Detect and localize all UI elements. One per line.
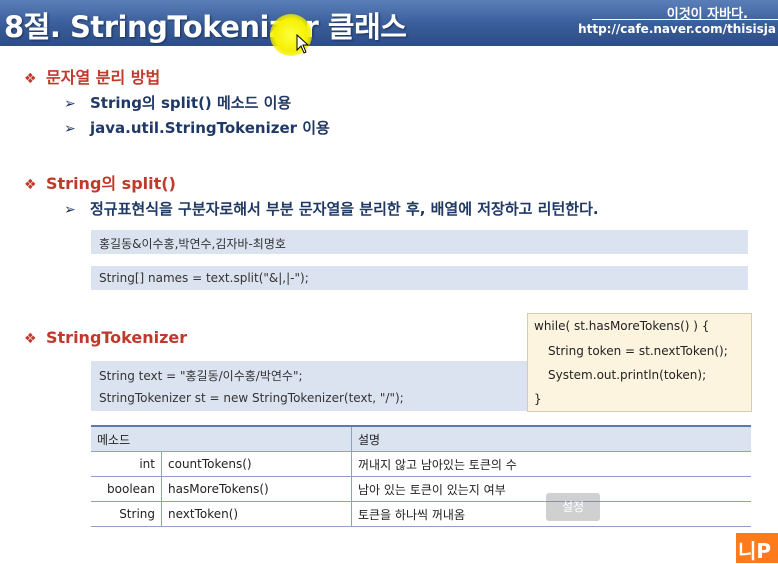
bullet-label: StringTokenizer [46,328,188,347]
split-code: String[] names = text.split("&|,|-"); [99,271,309,285]
return-type: boolean [91,476,162,502]
arrow-bullet-icon: ➢ [64,96,76,112]
bullet-stringtokenizer: ❖ StringTokenizer [24,328,187,347]
header-method: 메소드 [91,425,352,452]
popup-code-line: String token = st.nextToken(); [548,344,728,358]
method-table: 메소드 설명 int countTokens() 꺼내지 않고 남아있는 토큰의… [91,425,751,527]
popup-code-line: } [534,392,542,406]
method-name: hasMoreTokens() [161,476,352,502]
sub-item-label: 정규표현식을 구분자로해서 부분 문자열을 분리한 후, 배열에 저장하고 리턴… [90,200,599,218]
sub-item-label: String의 split() 메소드 이용 [90,94,292,112]
header-divider [592,19,778,20]
sub-item-label: java.util.StringTokenizer 이용 [90,119,330,137]
sub-item-split-desc: ➢ 정규표현식을 구분자로해서 부분 문자열을 분리한 후, 배열에 저장하고 리… [64,198,599,219]
method-name: nextToken() [161,501,352,527]
code-line: StringTokenizer st = new StringTokenizer… [99,391,404,405]
bullet-label: String의 split() [46,174,176,193]
popup-code-line: System.out.println(token); [548,368,707,382]
popup-code-line: while( st.hasMoreTokens() ) { [534,319,710,333]
example-text: 홍길동&이수홍,박연수,김자바-최명호 [99,237,286,251]
return-type: String [91,501,162,527]
table-row: int countTokens() 꺼내지 않고 남아있는 토큰의 수 [91,451,751,477]
logo-text: 니P [738,539,772,563]
player-logo-icon: 니P [736,533,778,563]
tokenizer-code-box: String text = "홍길동/이수홍/박연수"; StringToken… [91,361,528,411]
diamond-bullet-icon: ❖ [24,71,37,87]
bullet-split-methods: ❖ 문자열 분리 방법 [24,64,160,88]
table-row: boolean hasMoreTokens() 남아 있는 토큰이 있는지 여부 [91,476,751,502]
diamond-bullet-icon: ❖ [24,177,37,193]
arrow-bullet-icon: ➢ [64,121,76,137]
arrow-bullet-icon: ➢ [64,202,76,218]
example-text-box: 홍길동&이수홍,박연수,김자바-최명호 [91,230,748,254]
mouse-cursor-icon [296,34,310,54]
bullet-string-split: ❖ String의 split() [24,170,176,194]
diamond-bullet-icon: ❖ [24,331,37,347]
while-loop-popup: while( st.hasMoreTokens() ) { String tok… [527,313,752,412]
code-line: String text = "홍길동/이수홍/박연수"; [99,369,303,383]
slide-header: 8절. StringTokenizer 클래스 이것이 자바다. http://… [0,0,778,46]
slide-title: 8절. StringTokenizer 클래스 [4,10,407,44]
settings-caption-overlay[interactable]: 설정 [546,493,600,521]
method-name: countTokens() [161,451,352,477]
cafe-url: http://cafe.naver.com/thisisja [578,22,776,36]
method-desc: 꺼내지 않고 남아있는 토큰의 수 [351,451,751,477]
sub-item-tokenizer: ➢ java.util.StringTokenizer 이용 [64,117,330,138]
header-description: 설명 [351,425,751,452]
bullet-label: 문자열 분리 방법 [46,68,161,87]
table-header-row: 메소드 설명 [91,425,751,452]
return-type: int [91,451,162,477]
split-code-box: String[] names = text.split("&|,|-"); [91,266,748,290]
table-row: String nextToken() 토큰을 하나씩 꺼내옴 [91,501,751,527]
sub-item-split: ➢ String의 split() 메소드 이용 [64,92,291,113]
